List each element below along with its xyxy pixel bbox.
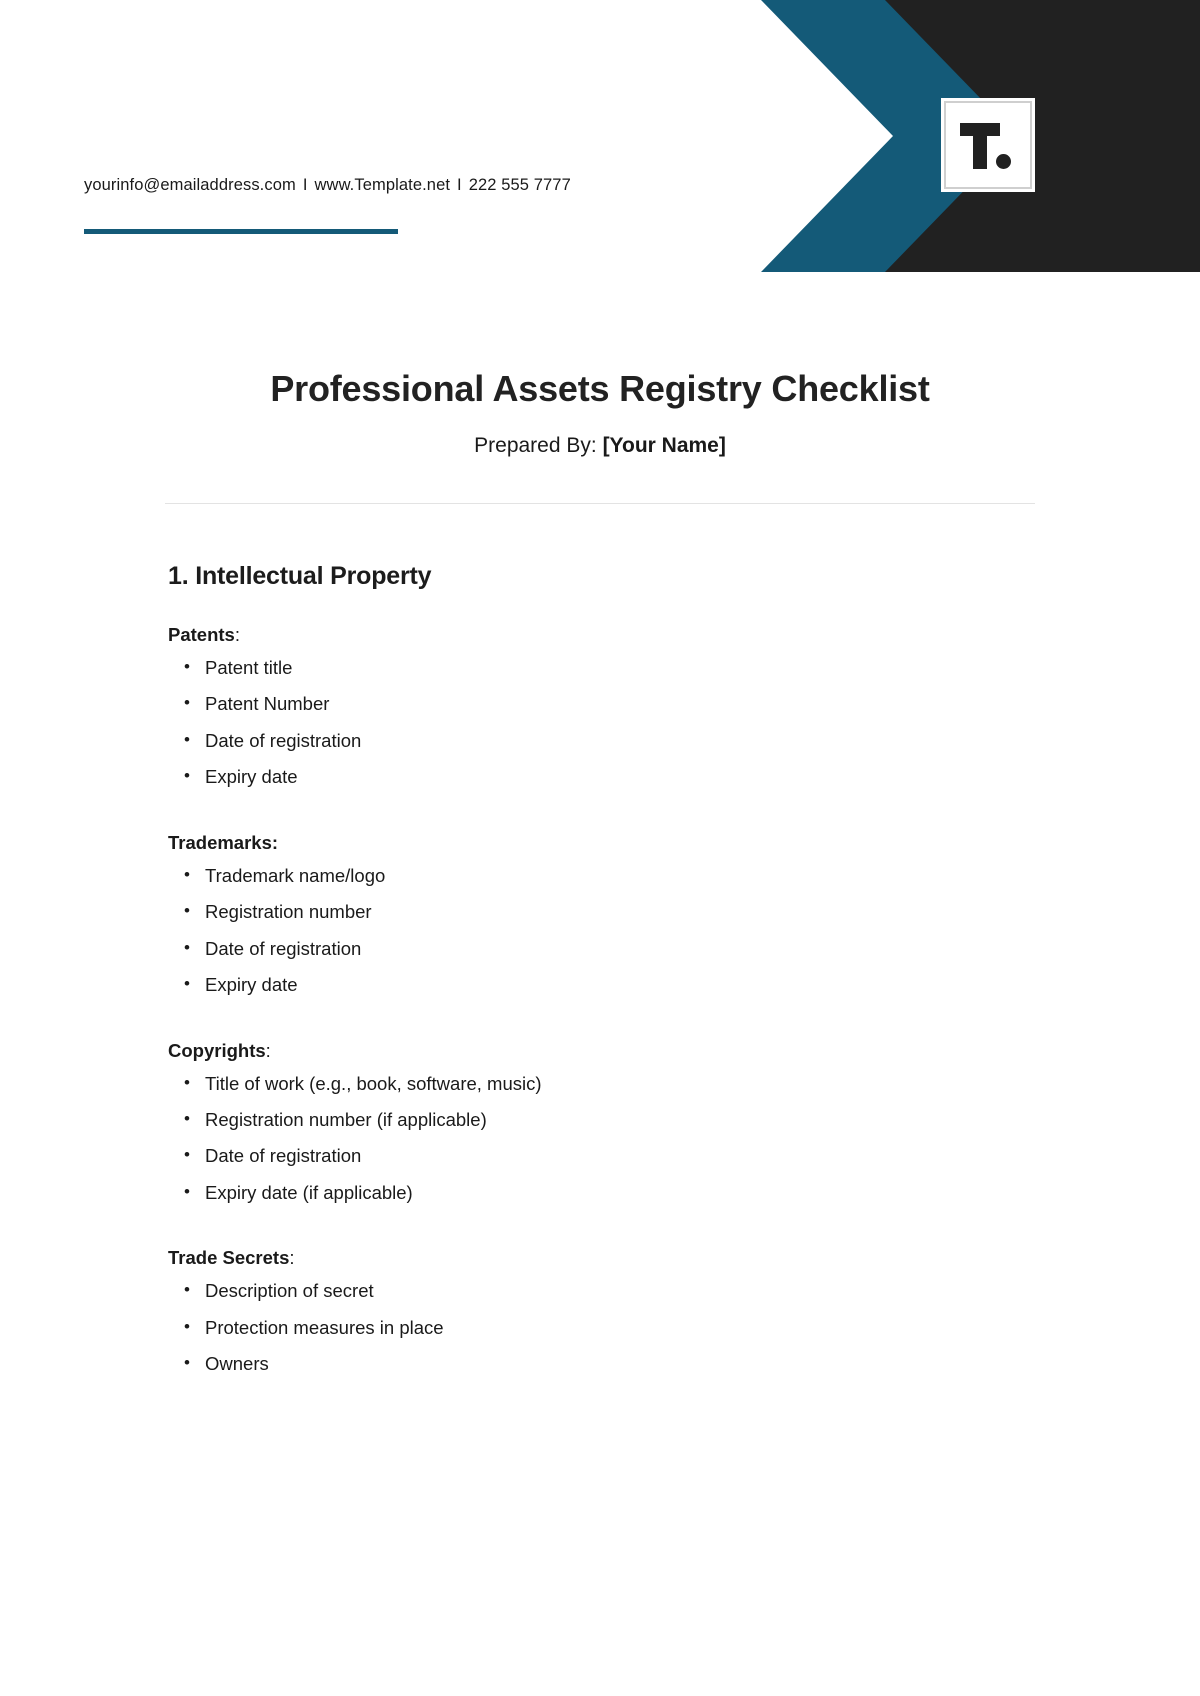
subgroup-label-colon: : xyxy=(234,624,240,645)
list-item[interactable]: Date of registration xyxy=(168,1138,1035,1174)
contact-line: yourinfo@emailaddress.com Iwww.Template.n… xyxy=(84,176,571,195)
logo-dot xyxy=(996,154,1011,169)
title-divider xyxy=(165,503,1035,504)
template-net-logo-icon xyxy=(960,123,1016,169)
subgroup-label-copyrights: Copyrights: xyxy=(168,1040,1035,1062)
list-item[interactable]: Title of work (e.g., book, software, mus… xyxy=(168,1066,1035,1102)
contact-website[interactable]: www.Template.net xyxy=(315,176,451,194)
prepared-by-value[interactable]: [Your Name] xyxy=(603,434,726,457)
list-item[interactable]: Registration number xyxy=(168,894,1035,930)
list-item[interactable]: Protection measures in place xyxy=(168,1310,1035,1346)
subgroup-trademarks: Trademarks: Trademark name/logo Registra… xyxy=(168,832,1035,1004)
subgroup-copyrights: Copyrights: Title of work (e.g., book, s… xyxy=(168,1040,1035,1212)
subgroup-label-text: Trademarks xyxy=(168,831,272,853)
checklist-content: 1. Intellectual Property Patents: Patent… xyxy=(165,562,1035,1383)
contact-phone[interactable]: 222 555 7777 xyxy=(469,176,571,194)
list-item[interactable]: Patent title xyxy=(168,650,1035,686)
prepared-by-line: Prepared By: [Your Name] xyxy=(0,434,1200,458)
list-item[interactable]: Description of secret xyxy=(168,1273,1035,1309)
prepared-by-label: Prepared By: xyxy=(474,434,597,457)
contact-underline-rule xyxy=(84,229,398,234)
logo-t-stem xyxy=(973,136,987,169)
bullet-list-copyrights: Title of work (e.g., book, software, mus… xyxy=(168,1066,1035,1212)
list-item[interactable]: Expiry date xyxy=(168,967,1035,1003)
list-item[interactable]: Registration number (if applicable) xyxy=(168,1102,1035,1138)
contact-email[interactable]: yourinfo@emailaddress.com xyxy=(84,176,296,194)
contact-separator-2: I xyxy=(457,176,462,194)
list-item[interactable]: Patent Number xyxy=(168,686,1035,722)
list-item[interactable]: Expiry date (if applicable) xyxy=(168,1175,1035,1211)
list-item[interactable]: Date of registration xyxy=(168,723,1035,759)
page-title: Professional Assets Registry Checklist xyxy=(270,368,930,409)
subgroup-label-trademarks: Trademarks: xyxy=(168,832,1035,854)
subgroup-label-colon: : xyxy=(265,1039,271,1061)
list-item[interactable]: Trademark name/logo xyxy=(168,858,1035,894)
logo-inner-frame xyxy=(944,101,1032,189)
subgroup-label-patents: Patents: xyxy=(168,624,1035,646)
subgroup-label-trade-secrets: Trade Secrets: xyxy=(168,1247,1035,1269)
subgroup-patents: Patents: Patent title Patent Number Date… xyxy=(168,624,1035,796)
logo-box xyxy=(941,98,1035,192)
subgroup-label-text: Copyrights xyxy=(168,1039,266,1061)
list-item[interactable]: Owners xyxy=(168,1346,1035,1382)
bullet-list-trade-secrets: Description of secret Protection measure… xyxy=(168,1273,1035,1382)
subgroup-label-colon: : xyxy=(289,1247,295,1269)
list-item[interactable]: Expiry date xyxy=(168,759,1035,795)
contact-separator-1: I xyxy=(302,176,308,194)
subgroup-trade-secrets: Trade Secrets: Description of secret Pro… xyxy=(168,1247,1035,1382)
section-heading-intellectual-property: 1. Intellectual Property xyxy=(168,562,432,590)
bullet-list-patents: Patent title Patent Number Date of regis… xyxy=(168,650,1035,796)
bullet-list-trademarks: Trademark name/logo Registration number … xyxy=(168,858,1035,1004)
list-item[interactable]: Date of registration xyxy=(168,931,1035,967)
logo-t-bar xyxy=(960,123,1000,136)
subgroup-label-colon: : xyxy=(271,831,279,853)
document-body: Professional Assets Registry Checklist P… xyxy=(0,272,1200,1383)
subgroup-label-text: Patents xyxy=(168,624,235,645)
subgroup-label-text: Trade Secrets xyxy=(168,1247,290,1269)
